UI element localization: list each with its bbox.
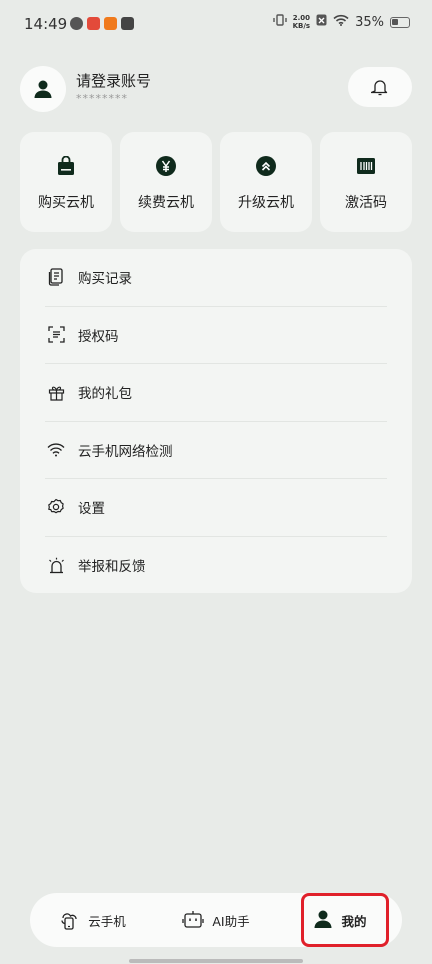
status-bar: 14:49 2.00 KB/s 35% (0, 0, 432, 50)
home-indicator[interactable] (129, 959, 303, 963)
barcode-icon (354, 154, 378, 178)
nav-tab-label: AI助手 (212, 913, 250, 929)
wifi-status-icon (333, 14, 349, 30)
nav-tab-label: 云手机 (88, 913, 126, 929)
wifi-icon (47, 441, 65, 459)
menu-list: 购买记录 授权码 我的礼包 云手机网络检测 设置 举报和反馈 (20, 249, 412, 593)
profile-header[interactable]: 请登录账号 ******** (20, 66, 412, 114)
quick-action-label: 激活码 (345, 195, 387, 211)
app-notification-icon (121, 17, 134, 30)
quick-actions: 购买云机 续费云机 升级云机 激活码 (20, 132, 412, 232)
battery-percent: 35% (355, 14, 384, 30)
vibrate-icon (272, 14, 287, 30)
app-notification-icon (70, 17, 83, 30)
sim-off-icon (316, 14, 327, 30)
alarm-icon (47, 556, 65, 574)
notification-button[interactable] (348, 67, 412, 107)
scan-icon (47, 326, 65, 344)
menu-item-label: 举报和反馈 (78, 559, 146, 576)
app-notification-icon (87, 17, 100, 30)
menu-item-label: 购买记录 (78, 271, 132, 288)
menu-item-label: 我的礼包 (78, 386, 132, 403)
quick-action-label: 升级云机 (238, 195, 294, 211)
menu-item-label: 授权码 (78, 328, 119, 345)
quick-action-buy[interactable]: 购买云机 (20, 132, 112, 232)
notification-icons (70, 17, 134, 30)
menu-item-my-gifts[interactable]: 我的礼包 (45, 364, 387, 422)
login-prompt[interactable]: 请登录账号 (76, 70, 151, 91)
gift-icon (47, 383, 65, 401)
net-speed: 2.00 KB/s (292, 14, 311, 30)
nav-tab-ai-assistant[interactable]: AI助手 (154, 893, 278, 947)
account-id: ******** (76, 92, 128, 105)
battery-icon (390, 16, 410, 28)
quick-action-label: 购买云机 (38, 195, 94, 211)
yen-coin-icon (154, 154, 178, 178)
quick-action-renew[interactable]: 续费云机 (120, 132, 212, 232)
active-tab-highlight (301, 893, 389, 947)
menu-item-label: 设置 (78, 501, 105, 518)
document-icon (47, 268, 65, 286)
menu-item-report-feedback[interactable]: 举报和反馈 (45, 537, 387, 595)
quick-action-activation-code[interactable]: 激活码 (320, 132, 412, 232)
status-right: 2.00 KB/s 35% (272, 14, 410, 30)
bell-icon (371, 80, 388, 96)
robot-icon (182, 909, 205, 932)
nav-tab-cloud-phone[interactable]: 云手机 (30, 893, 154, 947)
menu-item-network-test[interactable]: 云手机网络检测 (45, 422, 387, 479)
shopping-bag-icon (54, 154, 78, 178)
menu-item-settings[interactable]: 设置 (45, 479, 387, 537)
status-time: 14:49 (24, 15, 68, 33)
gear-icon (47, 498, 65, 516)
menu-item-purchase-history[interactable]: 购买记录 (45, 249, 387, 307)
quick-action-upgrade[interactable]: 升级云机 (220, 132, 312, 232)
person-icon (34, 80, 52, 98)
quick-action-label: 续费云机 (138, 195, 194, 211)
menu-item-auth-code[interactable]: 授权码 (45, 307, 387, 364)
avatar[interactable] (20, 66, 66, 112)
menu-item-label: 云手机网络检测 (78, 443, 173, 460)
upgrade-icon (254, 154, 278, 178)
app-notification-icon (104, 17, 117, 30)
cloud-phone-icon (58, 908, 80, 933)
